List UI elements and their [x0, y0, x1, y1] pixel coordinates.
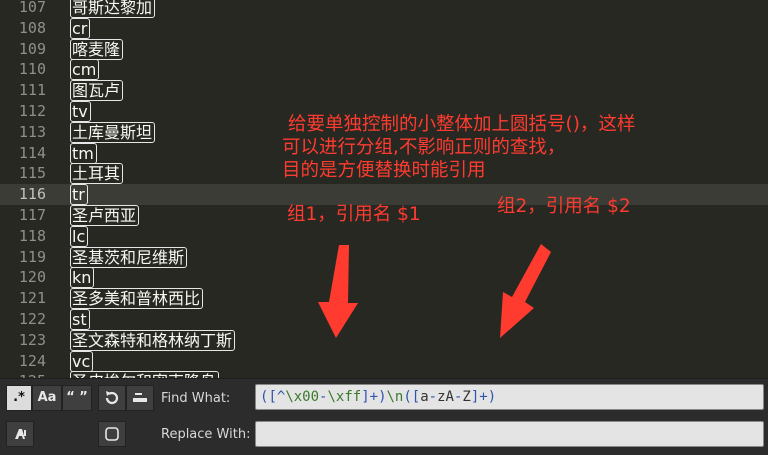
highlight-matches-toggle-button[interactable]	[6, 421, 34, 447]
annotation-main-line1: 给要单独控制的小整体加上圆括号()，这样	[288, 114, 636, 135]
annotation-main-line2: 可以进行分组,不影响正则的查找，	[282, 137, 566, 158]
whole-word-toggle-button[interactable]: “ ”	[62, 385, 92, 411]
wrap-toggle-button[interactable]	[98, 385, 126, 411]
highlight-icon	[15, 429, 26, 439]
arrow-group2	[500, 244, 551, 338]
replace-with-input[interactable]	[255, 421, 764, 447]
in-selection-icon	[133, 393, 147, 402]
annotation-group2: 组2，引用名 $2	[497, 196, 631, 217]
regex-toggle-button[interactable]: .*	[6, 385, 32, 411]
annotation-group1: 组1，引用名 $1	[287, 204, 421, 225]
find-replace-panel: .* Aa “ ” Find What: ([^\x00-\xff]+)\n([…	[0, 378, 768, 455]
arrow-group1	[318, 245, 358, 338]
annotation-arrows	[318, 244, 551, 338]
find-what-value: ([^\x00-\xff]+)\n([a-zA-Z]+)	[260, 389, 497, 405]
preserve-case-toggle-button[interactable]	[98, 421, 126, 447]
annotation-main-line3: 目的是方便替换时能引用	[282, 160, 486, 181]
find-what-input[interactable]: ([^\x00-\xff]+)\n([a-zA-Z]+)	[255, 384, 764, 410]
find-what-label: Find What:	[161, 391, 231, 406]
editor-area[interactable]: 107 哥斯达黎加 108 cr 109 喀麦隆 110 cm 111 图瓦卢 112 tv 113 土库…	[0, 0, 768, 378]
case-sensitive-toggle-button[interactable]: Aa	[32, 385, 62, 411]
wrap-icon	[105, 391, 119, 405]
replace-with-label: Replace With:	[161, 427, 251, 442]
preserve-case-icon	[105, 427, 119, 441]
in-selection-toggle-button[interactable]	[126, 385, 154, 411]
